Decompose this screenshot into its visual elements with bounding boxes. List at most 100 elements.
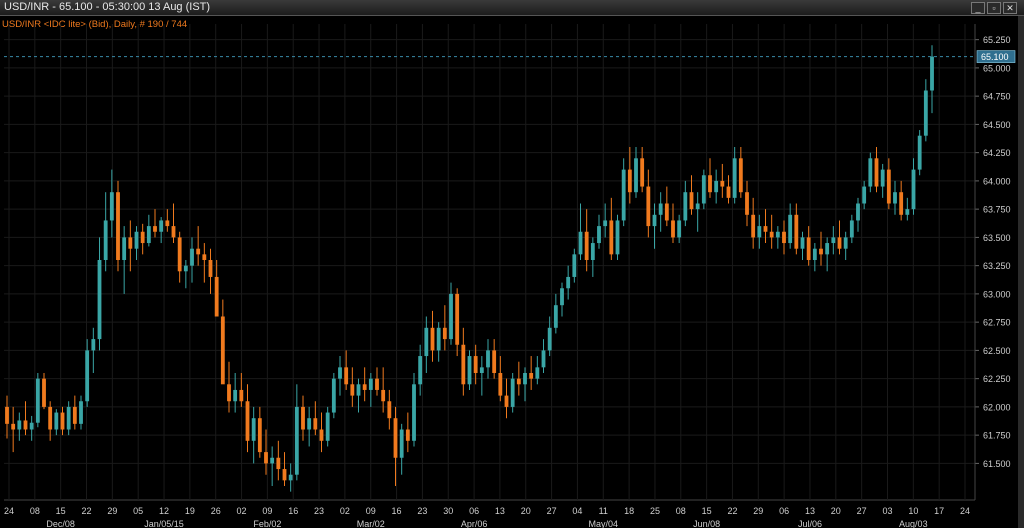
candle-down <box>177 237 182 272</box>
candle-up <box>677 220 682 238</box>
candle-up <box>103 220 108 260</box>
candle-up <box>523 373 527 385</box>
minimize-button[interactable]: _ <box>971 2 985 14</box>
candle-down <box>769 231 774 238</box>
x-tick-label: 10 <box>908 506 918 516</box>
candle-up <box>547 327 552 351</box>
candle-up <box>146 226 151 244</box>
candle-down <box>689 192 694 210</box>
x-tick-label: 11 <box>599 506 608 516</box>
candle-down <box>782 231 786 244</box>
y-tick-label: 63.500 <box>983 233 1011 243</box>
candle-up <box>85 350 90 402</box>
candle-down <box>627 169 632 193</box>
candle-up <box>849 220 854 238</box>
candle-down <box>319 429 324 441</box>
candle-up <box>597 226 601 244</box>
candle-down <box>128 237 133 249</box>
x-tick-label: 17 <box>934 506 944 516</box>
candle-down <box>72 406 77 424</box>
candle-up <box>66 406 71 430</box>
x-tick-label: 08 <box>676 506 686 516</box>
candle-down <box>196 248 201 255</box>
candle-up <box>843 237 848 249</box>
y-tick-label: 64.750 <box>983 92 1011 102</box>
candle-down <box>227 384 231 402</box>
window-right-edge[interactable] <box>1018 16 1024 528</box>
candle-down <box>609 220 614 255</box>
candle-up <box>788 214 793 244</box>
x-tick-label: 12 <box>159 506 169 516</box>
candle-down <box>264 452 268 464</box>
x-tick-label: 18 <box>624 506 634 516</box>
x-tick-label: 20 <box>521 506 531 516</box>
candle-up <box>732 158 737 198</box>
x-tick-label: 03 <box>882 506 892 516</box>
close-button[interactable]: ✕ <box>1003 2 1017 14</box>
candle-down <box>529 373 534 379</box>
candle-up <box>917 135 922 170</box>
candle-up <box>701 175 706 204</box>
candle-down <box>640 158 645 187</box>
candle-down <box>375 378 379 390</box>
candle-up <box>930 56 934 91</box>
x-month-label: Jul/06 <box>798 519 822 528</box>
candle-up <box>436 327 441 351</box>
candle-down <box>726 186 731 198</box>
candle-down <box>282 469 287 481</box>
candle-up <box>578 231 583 255</box>
x-tick-label: 09 <box>262 506 272 516</box>
candle-up <box>812 248 817 260</box>
candle-down <box>720 180 725 187</box>
candle-down <box>153 226 157 232</box>
candle-down <box>405 429 410 441</box>
candle-up <box>541 350 546 368</box>
candle-up <box>288 474 293 481</box>
candle-up <box>560 288 564 306</box>
candle-down <box>498 373 503 396</box>
window-title: USD/INR - 65.100 - 05:30:00 13 Aug (IST) <box>4 1 211 13</box>
candle-down <box>806 237 811 260</box>
candle-down <box>393 418 398 458</box>
candle-down <box>794 214 799 249</box>
candle-down <box>442 327 447 340</box>
x-tick-label: 15 <box>702 506 712 516</box>
x-tick-label: 02 <box>340 506 350 516</box>
candle-up <box>893 192 897 204</box>
candle-down <box>745 192 749 215</box>
y-tick-label: 62.250 <box>983 374 1011 384</box>
x-tick-label: 22 <box>82 506 92 516</box>
y-tick-label: 62.000 <box>983 402 1011 412</box>
x-month-label: Mar/02 <box>357 519 385 528</box>
candle-down <box>492 350 497 373</box>
candle-up <box>29 422 34 430</box>
candle-down <box>763 226 768 232</box>
candle-up <box>338 367 342 379</box>
candle-up <box>658 203 663 215</box>
y-tick-label: 65.250 <box>983 35 1011 45</box>
candle-up <box>449 293 453 340</box>
candle-up <box>79 401 83 424</box>
x-tick-label: 25 <box>650 506 660 516</box>
x-tick-label: 22 <box>727 506 737 516</box>
candle-up <box>159 220 164 232</box>
candle-down <box>5 406 9 424</box>
candle-up <box>695 203 700 210</box>
x-month-label: May/04 <box>589 519 619 528</box>
candle-down <box>350 384 355 396</box>
candle-up <box>134 231 139 249</box>
candle-up <box>307 418 312 430</box>
candle-up <box>17 420 22 430</box>
candle-up <box>615 220 620 255</box>
y-tick-label: 64.000 <box>983 176 1011 186</box>
last-price-label: 65.100 <box>981 52 1009 62</box>
candle-down <box>202 254 207 260</box>
y-tick-label: 62.500 <box>983 346 1011 356</box>
x-month-label: Jun/08 <box>693 519 720 528</box>
x-tick-label: 30 <box>443 506 453 516</box>
candle-down <box>387 401 392 419</box>
window-titlebar: USD/INR - 65.100 - 05:30:00 13 Aug (IST)… <box>0 0 1024 16</box>
restore-button[interactable]: ▫ <box>987 2 1001 14</box>
candle-up <box>109 192 114 221</box>
x-month-label: Aug/03 <box>899 519 928 528</box>
